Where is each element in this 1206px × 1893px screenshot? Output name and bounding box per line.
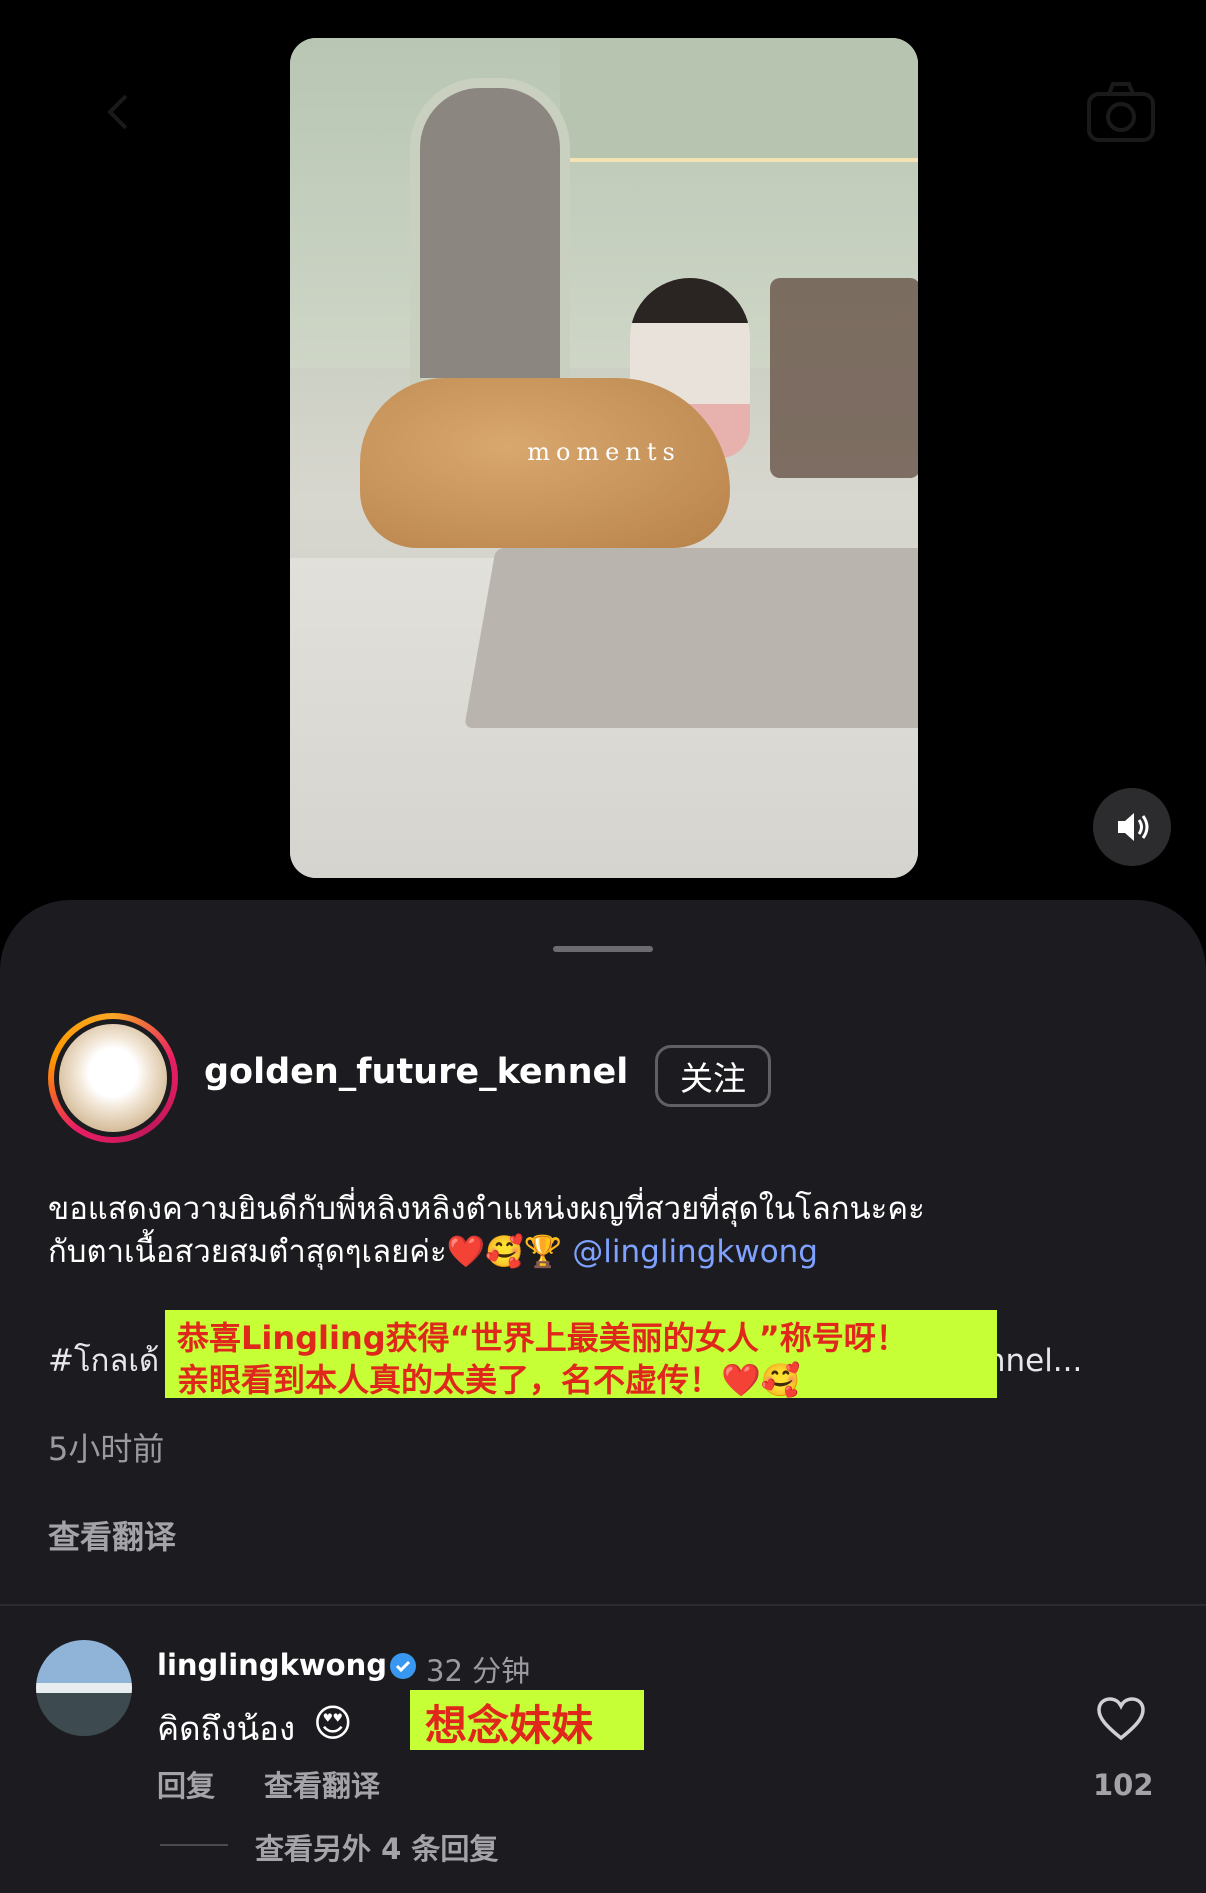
camera-icon[interactable]	[1085, 80, 1157, 144]
video-cabinet	[560, 38, 918, 162]
author-username[interactable]: golden_future_kennel	[204, 1052, 628, 1092]
verified-badge-icon	[390, 1653, 416, 1679]
commenter-avatar[interactable]	[36, 1640, 132, 1736]
commenter-username[interactable]: linglingkwong	[157, 1648, 387, 1682]
caption-text: กับตาเนื้อสวยสมตำสุดๆเลยค่ะ❤️🥰🏆	[48, 1234, 563, 1270]
divider	[0, 1604, 1206, 1606]
comment-text: คิดถึงน้อง	[157, 1709, 296, 1748]
view-more-replies[interactable]: 查看另外 4 条回复	[255, 1826, 498, 1868]
author-avatar[interactable]	[48, 1013, 178, 1143]
like-count: 102	[1093, 1768, 1154, 1802]
reply-button[interactable]: 回复	[157, 1763, 215, 1805]
comment-time: 32 分钟	[426, 1654, 531, 1688]
comment-emoji: 😍	[313, 1701, 353, 1745]
sheet-drag-handle[interactable]	[553, 946, 653, 952]
hashtag-start[interactable]: #โกลเด้	[48, 1343, 159, 1379]
speaker-icon	[1118, 813, 1149, 841]
video-overlay-text: moments	[527, 438, 681, 466]
replies-line	[160, 1844, 228, 1846]
post-time: 5小时前	[48, 1430, 165, 1468]
puppy-avatar-image	[59, 1024, 167, 1132]
reel-video[interactable]: moments	[290, 38, 918, 878]
see-translation-link[interactable]: 查看翻译	[48, 1512, 176, 1558]
mention-link[interactable]: @linglingkwong	[572, 1234, 818, 1270]
volume-button[interactable]	[1093, 788, 1171, 866]
video-doorway	[410, 78, 570, 388]
caption-line-2: กับตาเนื้อสวยสมตำสุดๆเลยค่ะ❤️🥰🏆 @linglin…	[48, 1226, 818, 1276]
follow-button[interactable]: 关注	[655, 1045, 771, 1107]
comment-translation-overlay: 想念妹妹	[425, 1701, 594, 1750]
heart-icon[interactable]	[1096, 1696, 1146, 1742]
video-rug	[464, 548, 918, 728]
comment-see-translation[interactable]: 查看翻译	[264, 1763, 380, 1805]
chevron-left-icon[interactable]	[100, 92, 140, 132]
translation-overlay-line-1: 恭喜Lingling获得“世界上最美丽的女人”称号呀！	[177, 1319, 908, 1357]
translation-overlay-line-2: 亲眼看到本人真的太美了，名不虚传！❤️🥰	[177, 1361, 801, 1399]
